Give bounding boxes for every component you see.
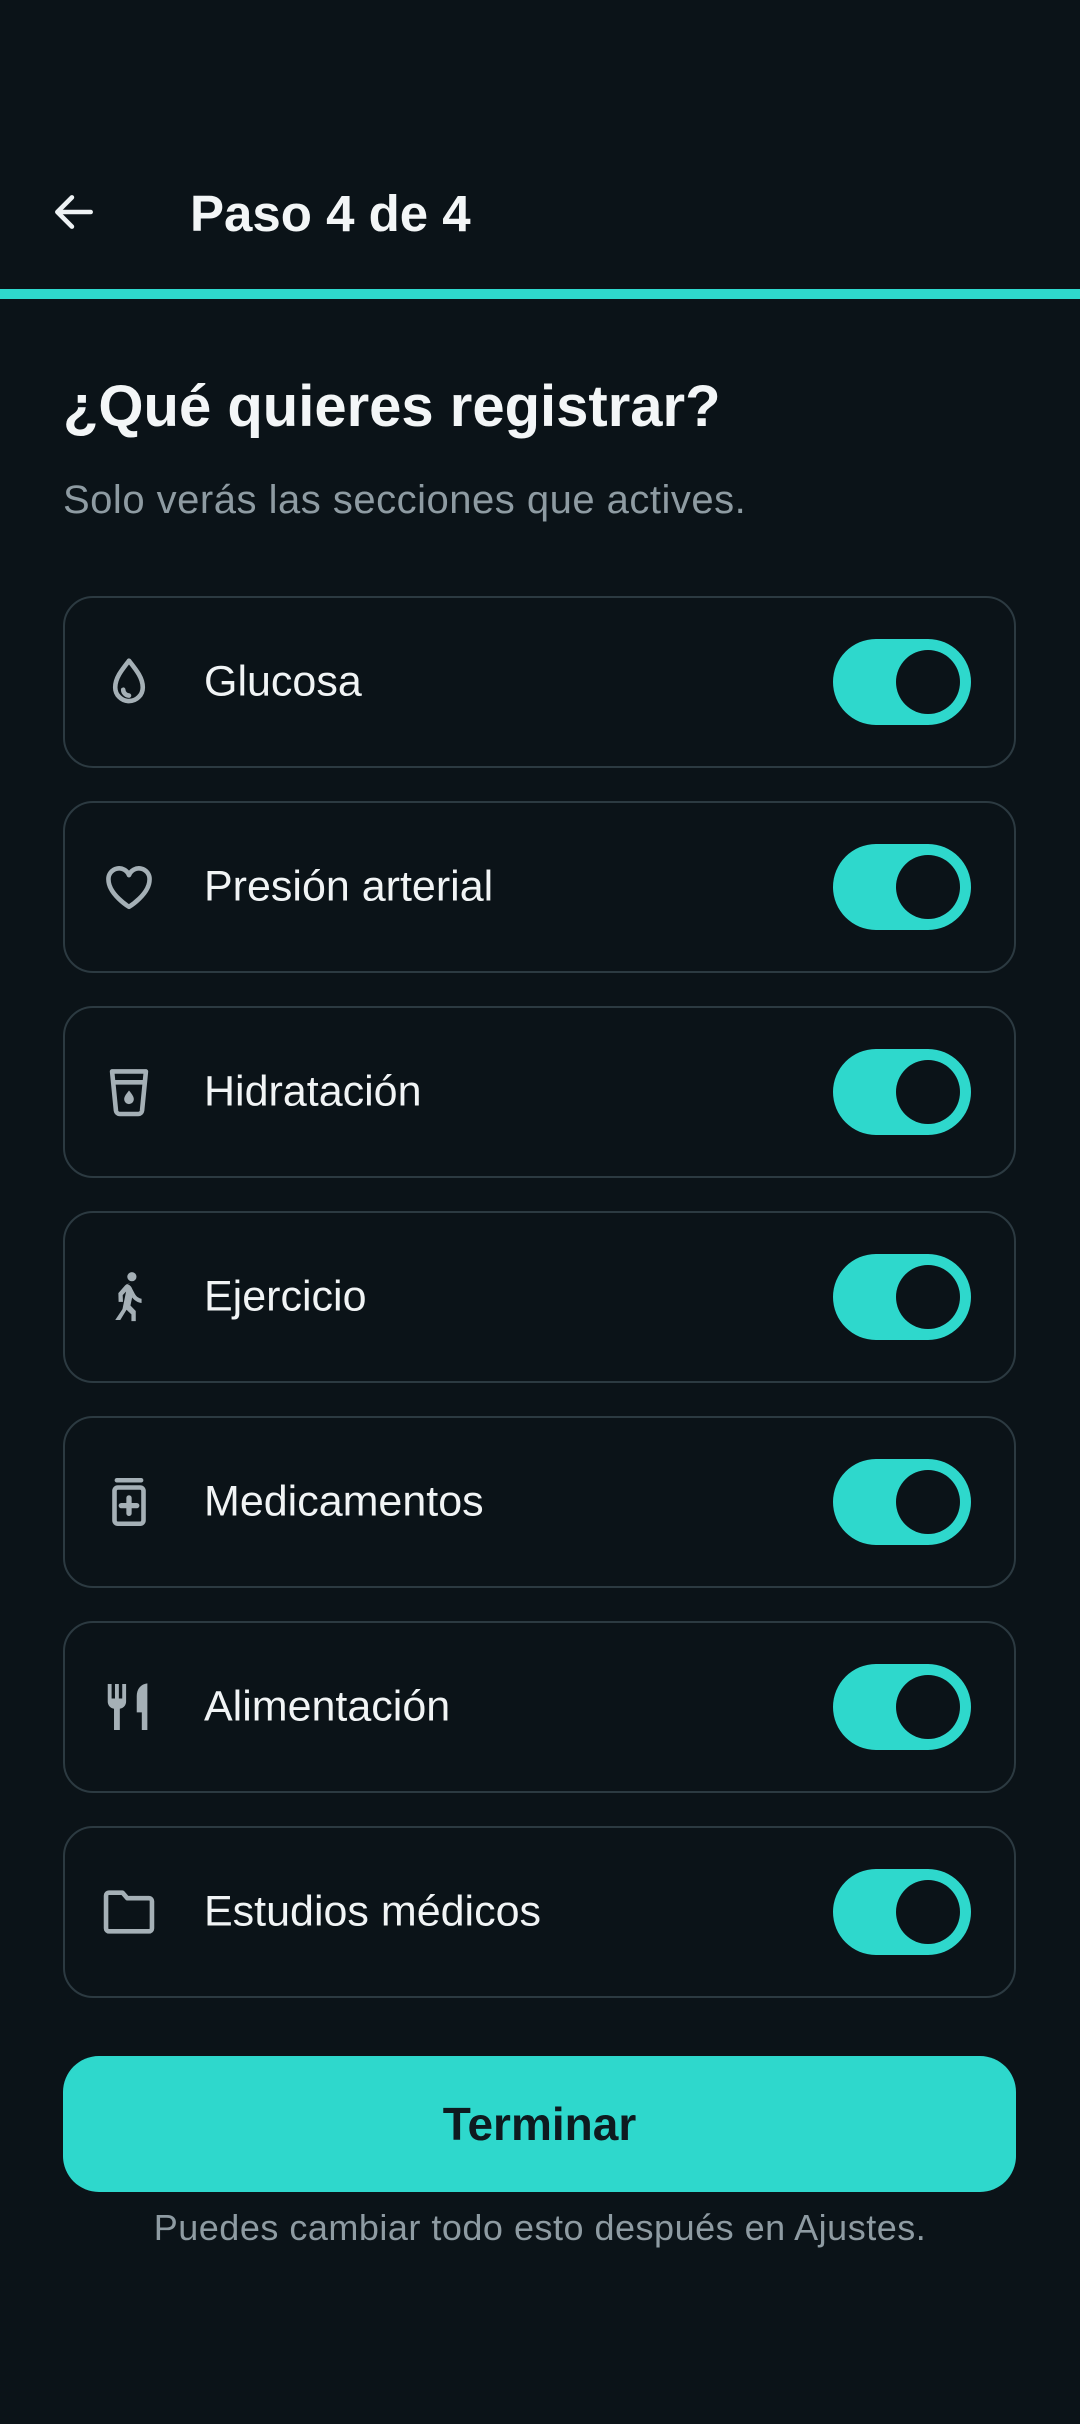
section-row-alimentacion[interactable]: Alimentación xyxy=(63,1621,1016,1793)
section-label: Estudios médicos xyxy=(204,1887,541,1936)
sections-list: Glucosa Presión arterial Hidratación Eje… xyxy=(63,596,1016,2031)
toggle-ejercicio[interactable] xyxy=(833,1254,971,1340)
section-label: Glucosa xyxy=(204,657,362,706)
toggle-knob xyxy=(896,1675,960,1739)
toggle-knob xyxy=(896,1470,960,1534)
toggle-hidratacion[interactable] xyxy=(833,1049,971,1135)
progress-bar-fill xyxy=(0,289,1080,299)
progress-bar xyxy=(0,289,1080,299)
settings-note: Puedes cambiar todo esto después en Ajus… xyxy=(153,2207,927,2248)
section-label: Alimentación xyxy=(204,1682,451,1731)
toggle-knob xyxy=(896,1265,960,1329)
toggle-glucosa[interactable] xyxy=(833,639,971,725)
section-row-presion-arterial[interactable]: Presión arterial xyxy=(63,801,1016,973)
section-label: Medicamentos xyxy=(204,1477,484,1526)
section-label: Hidratación xyxy=(204,1067,422,1116)
section-label: Presión arterial xyxy=(204,862,494,911)
section-label: Ejercicio xyxy=(204,1272,367,1321)
walking-icon xyxy=(115,1272,142,1322)
heart-icon xyxy=(106,866,152,910)
section-row-estudios-medicos[interactable]: Estudios médicos xyxy=(63,1826,1016,1998)
fork-knife-icon xyxy=(107,1683,148,1730)
section-row-hidratacion[interactable]: Hidratación xyxy=(63,1006,1016,1178)
section-row-glucosa[interactable]: Glucosa xyxy=(63,596,1016,768)
finish-button[interactable]: Terminar xyxy=(63,2056,1016,2192)
section-row-ejercicio[interactable]: Ejercicio xyxy=(63,1211,1016,1383)
section-row-medicamentos[interactable]: Medicamentos xyxy=(63,1416,1016,1588)
drop-icon xyxy=(112,658,146,704)
medication-icon xyxy=(112,1477,146,1527)
page-subheading: Solo verás las secciones que actives. xyxy=(63,478,747,522)
app-bar: Paso 4 de 4 xyxy=(0,0,1080,290)
toggle-medicamentos[interactable] xyxy=(833,1459,971,1545)
toggle-presion-arterial[interactable] xyxy=(833,844,971,930)
water-glass-icon xyxy=(109,1069,149,1117)
toggle-knob xyxy=(896,1060,960,1124)
step-title: Paso 4 de 4 xyxy=(190,185,471,242)
folder-icon xyxy=(103,1890,155,1934)
toggle-knob xyxy=(896,855,960,919)
toggle-knob xyxy=(896,1880,960,1944)
toggle-knob xyxy=(896,650,960,714)
toggle-alimentacion[interactable] xyxy=(833,1664,971,1750)
back-button[interactable] xyxy=(38,176,110,248)
arrow-left-icon xyxy=(55,195,93,229)
page-heading: ¿Qué quieres registrar? xyxy=(63,374,721,439)
toggle-estudios-medicos[interactable] xyxy=(833,1869,971,1955)
